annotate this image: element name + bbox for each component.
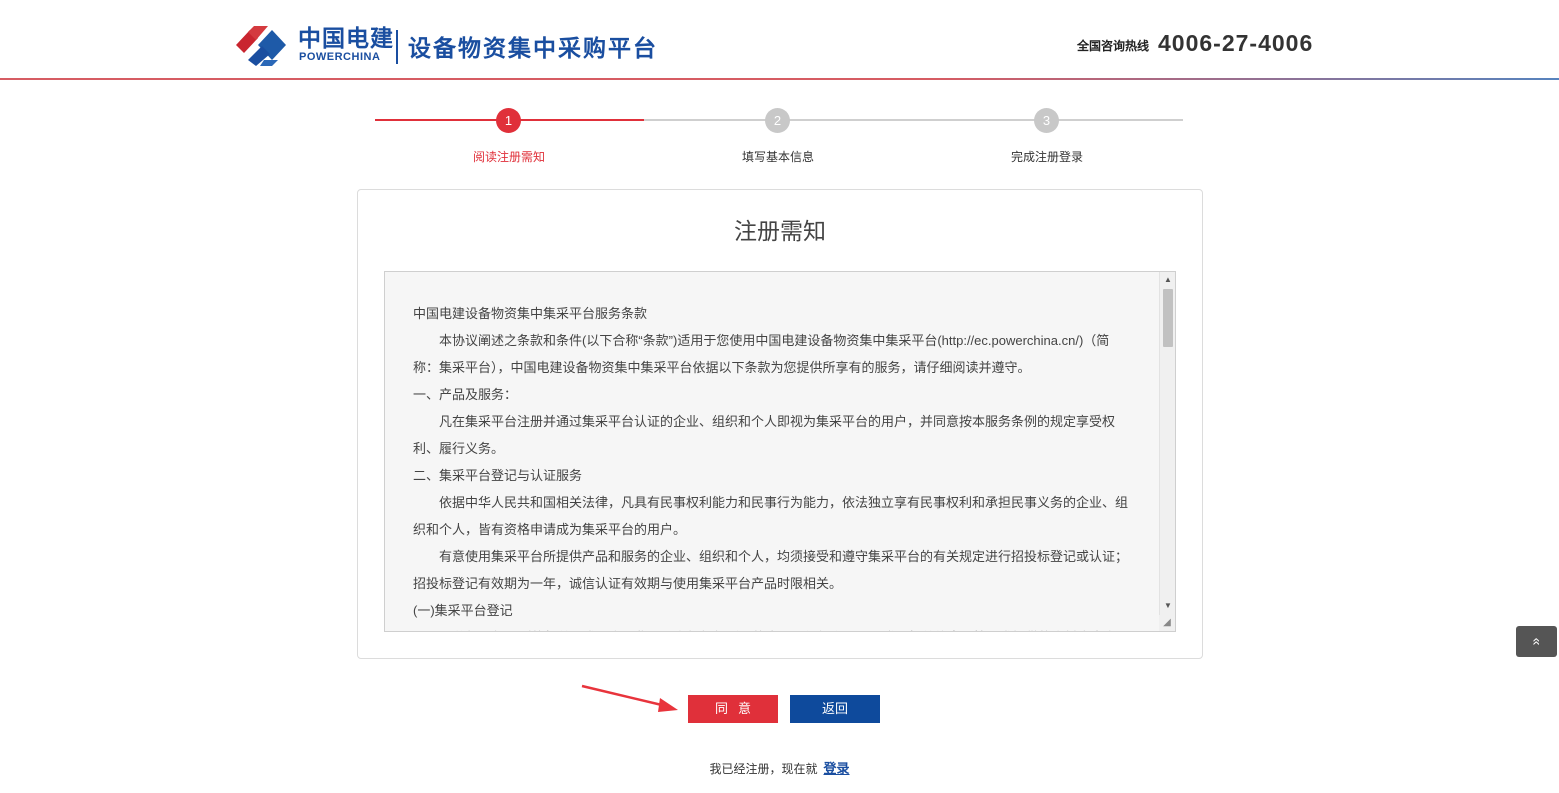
login-prompt-line: 我已经注册，现在就 登录 [0, 761, 1559, 777]
terms-heading: 中国电建设备物资集中集采平台服务条款 [413, 306, 648, 321]
step-1-circle: 1 [496, 108, 521, 133]
double-chevron-up-icon: « [1528, 637, 1545, 646]
powerchina-logo-icon [236, 26, 286, 66]
step-2-circle: 2 [765, 108, 790, 133]
terms-textarea[interactable]: 中国电建设备物资集中集采平台服务条款 本协议阐述之条款和条件(以下合称“条款”)… [384, 271, 1176, 632]
header: 中国电建 POWERCHINA 设备物资集中采购平台 全国咨询热线 4006-2… [0, 0, 1559, 80]
terms-card: 注册需知 中国电建设备物资集中集采平台服务条款 本协议阐述之条款和条件(以下合称… [357, 189, 1203, 659]
terms-section-heading: 二、集采平台登记与认证服务 [413, 468, 583, 483]
card-title: 注册需知 [734, 218, 826, 244]
scroll-thumb[interactable] [1163, 289, 1173, 347]
terms-paragraph: 1. 依据评标规则的相关要求，参加集采平台招投标活动的企业、组织和个人须登记相关… [413, 624, 1133, 631]
step-3-circle: 3 [1034, 108, 1059, 133]
terms-section-heading: 一、产品及服务： [413, 387, 518, 402]
terms-paragraph: 凡在集采平台注册并通过集采平台认证的企业、组织和个人即视为集采平台的用户，并同意… [413, 414, 1116, 456]
terms-subsection-heading: (一)集采平台登记 [413, 603, 513, 618]
hotline-number: 4006-27-4006 [1158, 30, 1314, 56]
terms-content: 中国电建设备物资集中集采平台服务条款 本协议阐述之条款和条件(以下合称“条款”)… [413, 300, 1133, 631]
annotation-arrow-icon [581, 684, 678, 712]
platform-name: 设备物资集中采购平台 [408, 35, 658, 61]
terms-scrollbar[interactable]: ▲ ▼ [1159, 272, 1175, 631]
back-to-top-button[interactable]: « [1516, 626, 1557, 657]
brand-divider [396, 30, 398, 64]
scroll-up-arrow-icon[interactable]: ▲ [1160, 272, 1175, 288]
login-prompt: 我已经注册，现在就 [709, 762, 818, 776]
login-link[interactable]: 登录 [824, 761, 850, 776]
registration-steps: 1 2 3 阅读注册需知 填写基本信息 完成注册登录 [375, 107, 1183, 167]
step-1-label: 阅读注册需知 [472, 150, 545, 164]
brand-name-en: POWERCHINA [299, 51, 381, 63]
brand-name-cn: 中国电建 [298, 25, 394, 51]
terms-paragraph: 依据中华人民共和国相关法律，凡具有民事权利能力和民事行为能力，依法独立享有民事权… [413, 495, 1129, 537]
header-divider [0, 78, 1559, 80]
step-2-label: 填写基本信息 [741, 150, 814, 164]
resize-handle-icon[interactable]: ◢ [1159, 615, 1175, 631]
terms-paragraph: 有意使用集采平台所提供产品和服务的企业、组织和个人，均须接受和遵守集采平台的有关… [413, 549, 1129, 591]
scroll-down-arrow-icon[interactable]: ▼ [1160, 598, 1175, 614]
terms-paragraph: 本协议阐述之条款和条件(以下合称“条款”)适用于您使用中国电建设备物资集中集采平… [413, 333, 1110, 375]
hotline-label: 全国咨询热线 [1077, 39, 1150, 53]
step-3-label: 完成注册登录 [1010, 150, 1083, 164]
agree-button[interactable]: 同意 [688, 695, 778, 723]
back-button[interactable]: 返回 [790, 695, 880, 723]
